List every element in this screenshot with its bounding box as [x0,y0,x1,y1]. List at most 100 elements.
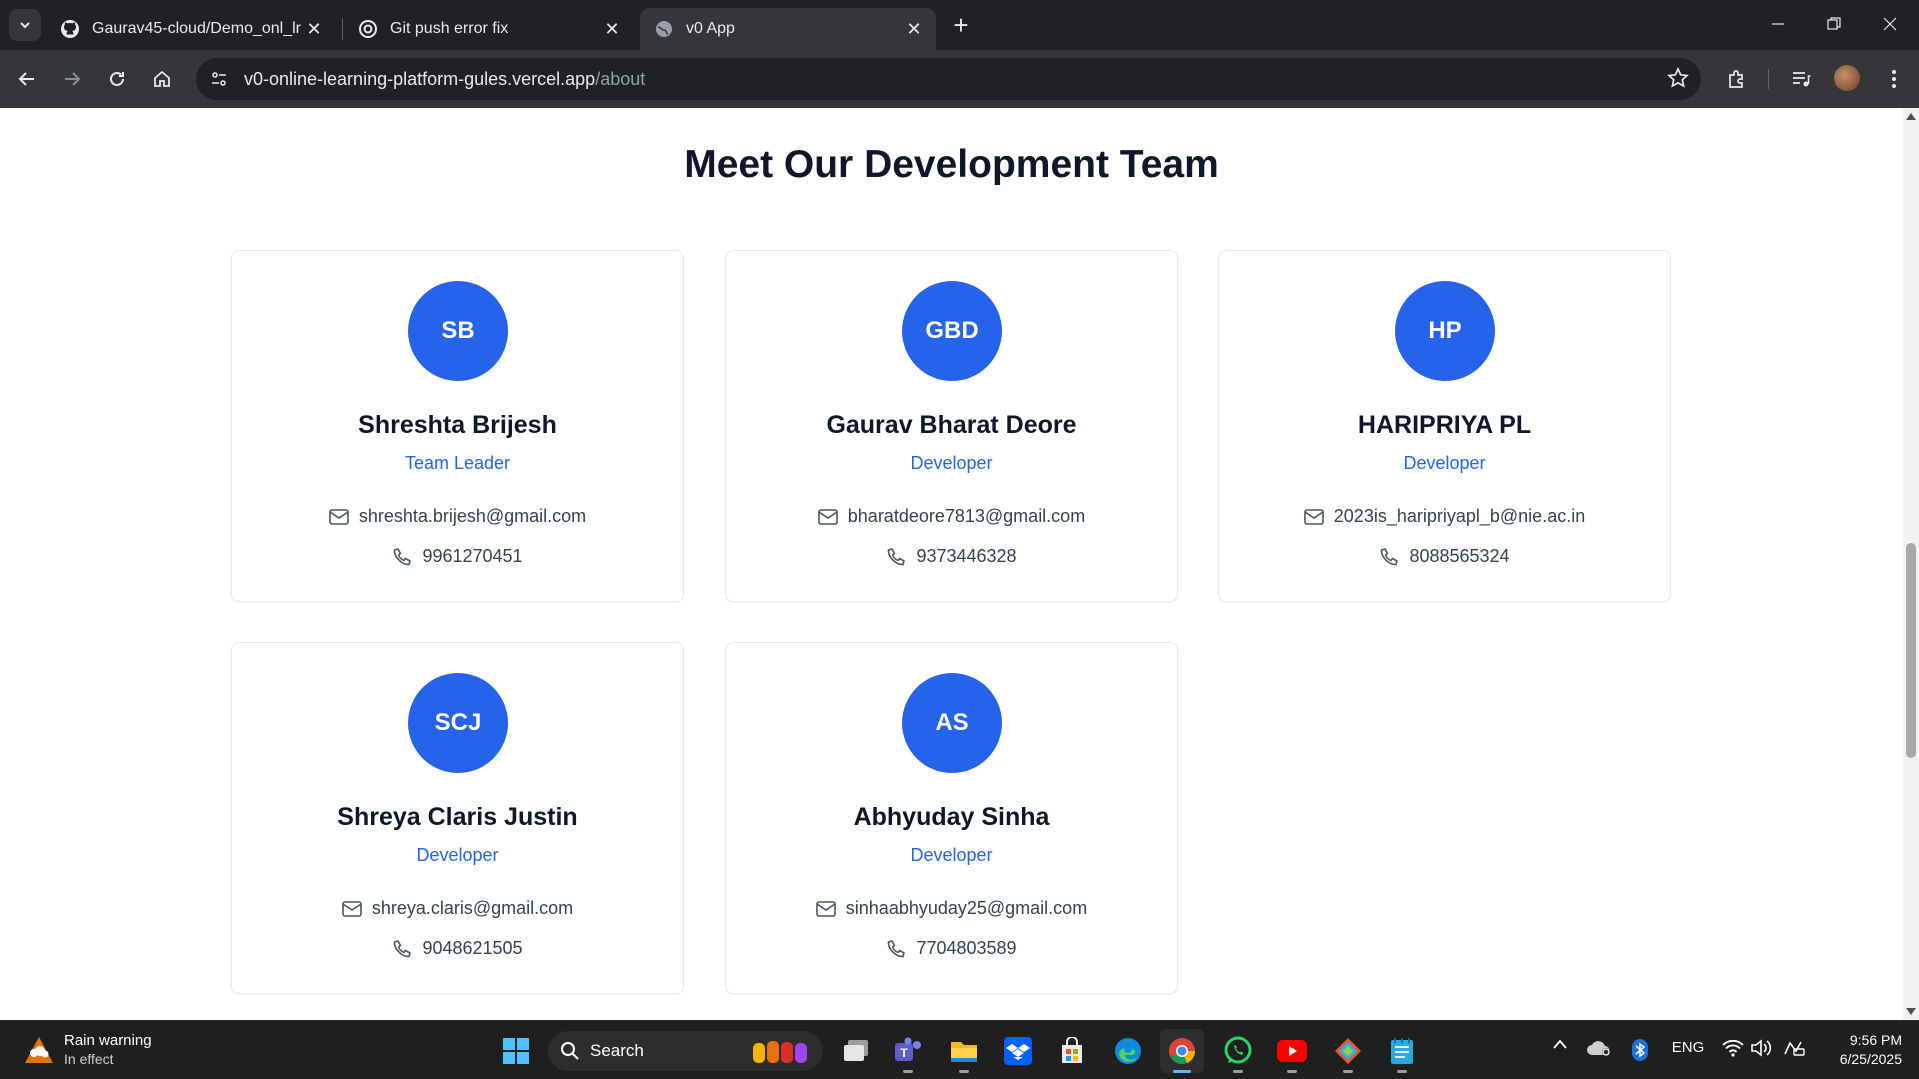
clock-date: 6/25/2025 [1839,1051,1902,1067]
page-title: Meet Our Development Team [684,143,1219,186]
mail-icon [817,507,838,527]
team-member-card: HP HARIPRIYA PL Developer 2023is_haripri… [1218,250,1671,602]
media-controls-button[interactable] [1784,62,1818,96]
reload-button[interactable] [100,62,134,96]
chrome-app[interactable] [1160,1029,1204,1073]
restore-icon [1827,17,1841,30]
github-icon [60,19,80,39]
tab-v0-app[interactable]: v0 App ✕ [640,8,936,50]
member-phone: 8088565324 [1409,546,1510,566]
file-explorer-app[interactable] [942,1029,986,1073]
extensions-button[interactable] [1720,62,1754,96]
forward-arrow-icon [65,72,81,86]
close-icon [1883,17,1897,31]
member-name: Shreya Claris Justin [337,803,578,831]
reload-icon [110,71,124,86]
team-member-card: SB Shreshta Brijesh Team Leader shreshta… [231,250,684,602]
git-client-app[interactable] [1326,1029,1370,1073]
running-indicator [1397,1070,1407,1073]
address-bar[interactable]: v0-online-learning-platform-gules.vercel… [196,58,1701,100]
scroll-up-arrow-icon[interactable] [1903,108,1919,124]
mail-icon [329,507,349,527]
search-label: Search [590,1041,644,1060]
tab-github[interactable]: Gaurav45-cloud/Demo_onl_lrng ✕ [46,8,336,50]
member-email-row: shreshta.brijesh@gmail.com [232,506,683,527]
running-indicator [1343,1070,1353,1073]
back-button[interactable] [10,62,44,96]
notepad-app[interactable] [1380,1029,1424,1073]
phone-icon [1379,547,1399,567]
member-role: Developer [416,845,499,865]
mail-icon [815,899,836,919]
member-email: shreya.claris@gmail.com [371,898,574,918]
language-indicator[interactable]: ENG [1664,1039,1712,1056]
onedrive-icon[interactable] [1586,1039,1612,1057]
wifi-icon[interactable] [1722,1039,1744,1057]
minimize-button[interactable] [1750,0,1806,48]
search-highlight-people-icon [751,1037,813,1065]
member-phone: 9048621505 [422,938,523,958]
site-info-icon[interactable] [204,64,234,94]
team-member-card: SCJ Shreya Claris Justin Developer shrey… [231,642,684,994]
tab-title: Git push error fix [390,20,509,37]
chrome-icon [1169,1038,1195,1064]
toolbar-divider [1768,69,1769,89]
close-tab-icon[interactable]: ✕ [600,17,624,41]
scroll-down-arrow-icon[interactable] [1903,1004,1919,1020]
member-name: Gaurav Bharat Deore [826,411,1077,439]
running-indicator [959,1070,969,1073]
member-role: Developer [1403,453,1486,473]
close-window-button[interactable] [1862,0,1918,48]
restore-button[interactable] [1806,0,1862,48]
home-button[interactable] [145,62,179,96]
member-email: bharatdeore7813@gmail.com [847,506,1086,526]
globe-icon [654,19,674,39]
member-phone: 7704803589 [916,938,1017,958]
dropbox-app[interactable] [996,1029,1040,1073]
member-role: Team Leader [404,453,511,473]
volume-icon[interactable] [1750,1039,1772,1057]
phone-icon [886,939,906,959]
close-tab-icon[interactable]: ✕ [302,17,326,41]
more-vertical-icon [1892,70,1896,88]
browser-menu-button[interactable] [1877,62,1911,96]
battery-charging-icon[interactable] [1782,1039,1806,1057]
scrollbar-thumb[interactable] [1906,543,1916,758]
forward-button[interactable] [55,62,89,96]
taskbar-search[interactable]: Search [548,1031,823,1071]
phone-icon [392,939,412,959]
running-indicator [1287,1070,1297,1073]
bookmark-star-icon[interactable] [1667,66,1689,94]
profile-avatar[interactable] [1834,65,1860,91]
member-email-row: 2023is_haripriyapl_b@nie.ac.in [1219,506,1670,527]
edge-app[interactable] [1106,1029,1150,1073]
bluetooth-icon[interactable] [1630,1039,1650,1061]
tab-chatgpt[interactable]: Git push error fix ✕ [344,8,634,50]
member-email: shreshta.brijesh@gmail.com [358,506,587,526]
whatsapp-app[interactable] [1216,1029,1260,1073]
mail-icon [1303,507,1324,527]
youtube-app[interactable] [1270,1029,1314,1073]
member-email-row: shreya.claris@gmail.com [232,898,683,919]
member-phone-row: 9961270451 [232,546,683,567]
close-tab-icon[interactable]: ✕ [902,17,926,41]
tab-search-button[interactable] [9,9,41,41]
microsoft-store-app[interactable] [1050,1029,1094,1073]
teams-app[interactable]: T [886,1029,930,1073]
task-view-button[interactable] [834,1029,878,1073]
tab-title: v0 App [686,20,735,37]
weather-widget[interactable]: Rain warning In effect [22,1031,152,1069]
show-hidden-icons-chevron-icon[interactable] [1550,1039,1570,1049]
member-avatar-initials: SCJ [408,673,508,773]
chevron-down-icon [20,22,30,29]
store-icon [1062,1037,1082,1063]
browser-toolbar: v0-online-learning-platform-gules.vercel… [0,50,1919,108]
tab-separator [342,18,343,40]
member-name: Shreshta Brijesh [358,411,557,439]
new-tab-button[interactable]: + [946,10,976,40]
page-scrollbar[interactable] [1903,108,1919,1020]
start-button[interactable] [494,1029,538,1073]
member-name: Abhyuday Sinha [853,803,1050,831]
system-clock[interactable]: 9:56 PM 6/25/2025 [1818,1031,1902,1069]
member-avatar-initials: GBD [902,281,1002,381]
